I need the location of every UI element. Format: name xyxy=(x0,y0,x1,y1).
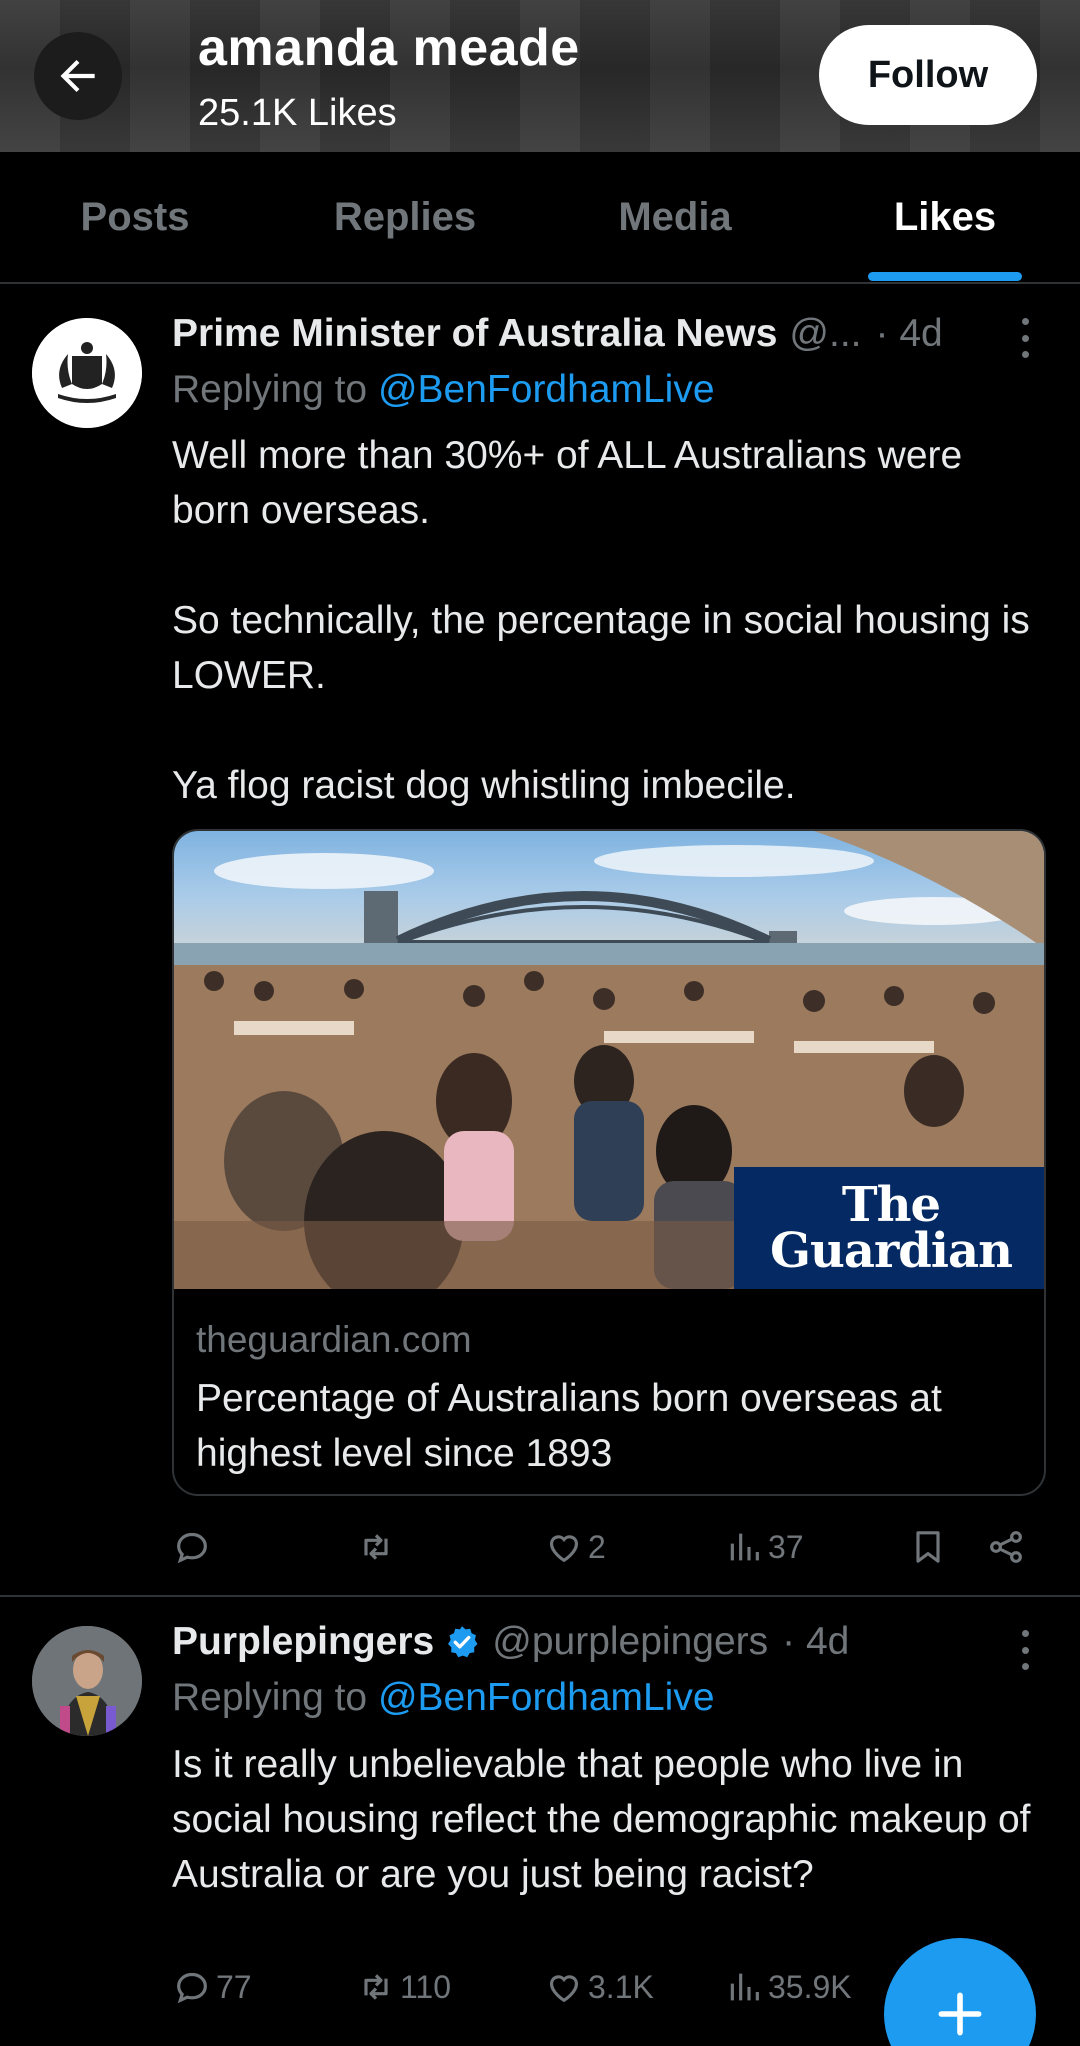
share-icon xyxy=(990,1531,1022,1563)
link-card-image: The Guardian xyxy=(174,831,1044,1289)
follow-button[interactable]: Follow xyxy=(819,25,1037,125)
profile-tabs: Posts Replies Media Likes xyxy=(0,152,1080,284)
profile-header: amanda meade 25.1K Likes Follow xyxy=(0,0,1080,152)
replying-to-label: Replying to xyxy=(172,1676,378,1719)
link-card[interactable]: The Guardian theguardian.com Percentage … xyxy=(172,829,1046,1496)
repost-icon xyxy=(364,1534,388,1560)
author-name[interactable]: Purplepingers xyxy=(172,1620,434,1664)
bookmark-button[interactable] xyxy=(908,1517,948,1577)
views-count: 35.9K xyxy=(768,1968,852,2005)
link-card-domain: theguardian.com xyxy=(196,1319,472,1360)
author-handle[interactable]: @purplepingers xyxy=(492,1620,768,1664)
avatar[interactable] xyxy=(32,318,142,428)
post-actions: 2 37 xyxy=(0,1517,1080,1577)
back-arrow-icon xyxy=(60,59,95,93)
reply-button[interactable] xyxy=(172,1517,216,1577)
post-text: Well more than 30%+ of ALL Australians w… xyxy=(172,434,1030,807)
views-count: 37 xyxy=(768,1528,804,1565)
repost-button[interactable]: 110 xyxy=(356,1957,451,2017)
like-icon xyxy=(549,1535,579,1563)
reply-icon xyxy=(177,1972,207,2004)
views-icon xyxy=(730,1973,759,2001)
replying-to-mention[interactable]: @BenFordhamLive xyxy=(378,1676,715,1719)
compose-button[interactable] xyxy=(884,1938,1036,2046)
like-button[interactable]: 3.1K xyxy=(544,1957,654,2017)
verified-icon xyxy=(448,1626,478,1658)
views-button[interactable]: 37 xyxy=(724,1517,804,1577)
reply-count: 77 xyxy=(216,1968,252,2005)
author-name[interactable]: Prime Minister of Australia News xyxy=(172,312,777,356)
compose-plus-icon xyxy=(938,1992,982,2036)
reply-icon xyxy=(177,1532,207,1564)
post-time: · 4d xyxy=(782,1620,850,1663)
views-icon xyxy=(730,1533,759,1561)
post-divider xyxy=(0,1595,1080,1597)
post-time: · 4d xyxy=(875,312,943,355)
replying-to-mention[interactable]: @BenFordhamLive xyxy=(378,368,715,411)
replying-to: Replying to @BenFordhamLive xyxy=(172,368,715,412)
post-author-line: Purplepingers @purplepingers · 4d xyxy=(172,1620,849,1664)
post-text: Is it really unbelievable that people wh… xyxy=(172,1743,1040,1896)
views-button[interactable]: 35.9K xyxy=(724,1957,852,2017)
repost-count: 110 xyxy=(400,1968,452,2005)
tab-replies[interactable]: Replies xyxy=(270,152,540,282)
replying-to: Replying to @BenFordhamLive xyxy=(172,1676,715,1720)
replying-to-label: Replying to xyxy=(172,368,378,411)
author-handle[interactable]: @... xyxy=(789,312,861,356)
like-button[interactable]: 2 xyxy=(544,1517,606,1577)
reply-button[interactable]: 77 xyxy=(172,1957,252,2017)
tab-posts[interactable]: Posts xyxy=(0,152,270,282)
like-count: 2 xyxy=(588,1528,606,1565)
like-icon xyxy=(549,1975,579,2003)
avatar[interactable] xyxy=(32,1626,142,1736)
active-tab-indicator xyxy=(868,272,1022,281)
profile-name: amanda meade xyxy=(198,19,580,77)
share-button[interactable] xyxy=(986,1517,1026,1577)
guardian-logo-line2: Guardian xyxy=(769,1223,1013,1279)
more-icon[interactable] xyxy=(1010,318,1040,358)
tab-media[interactable]: Media xyxy=(540,152,810,282)
coat-of-arms-icon xyxy=(32,318,142,428)
repost-icon xyxy=(364,1974,388,2000)
post-author-line: Prime Minister of Australia News @... · … xyxy=(172,312,943,356)
more-icon[interactable] xyxy=(1010,1630,1040,1670)
link-card-title: Percentage of Australians born overseas … xyxy=(196,1377,942,1475)
tab-likes[interactable]: Likes xyxy=(810,152,1080,282)
guardian-logo-line1: The xyxy=(841,1177,941,1233)
bookmark-icon xyxy=(916,1531,940,1563)
guardian-logo: The Guardian xyxy=(734,1167,1044,1289)
profile-photo-icon xyxy=(32,1626,142,1736)
like-count: 3.1K xyxy=(588,1968,654,2005)
likes-count: 25.1K Likes xyxy=(198,92,397,134)
repost-button[interactable] xyxy=(356,1517,400,1577)
back-button[interactable] xyxy=(34,32,122,120)
